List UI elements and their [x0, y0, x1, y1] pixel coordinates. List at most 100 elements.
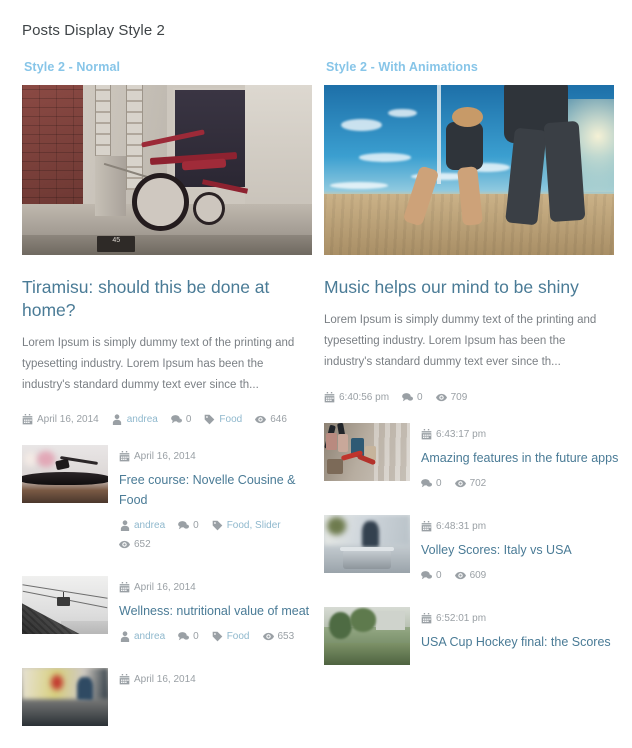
eye-icon [435, 392, 447, 403]
tag-icon [204, 414, 215, 425]
meta-date: 6:52:01 pm [421, 609, 486, 628]
calendar-icon [421, 520, 432, 532]
list-item[interactable]: April 16, 2014 Free course: Novelle Cous… [22, 445, 318, 554]
list-item-meta-date: 6:43:17 pm [421, 425, 620, 444]
meta-comments[interactable]: 0 [421, 566, 442, 585]
posts-columns: Style 2 - Normal Tiramisu: should this b… [0, 60, 632, 748]
posts-display-page: Posts Display Style 2 Style 2 - Normal T [0, 0, 632, 727]
meta-date-text: April 16, 2014 [134, 451, 196, 463]
tag-icon [212, 520, 223, 531]
comment-icon [421, 478, 432, 489]
comment-icon [178, 520, 190, 531]
meta-author-text[interactable]: andrea [134, 516, 165, 535]
eye-icon [454, 478, 466, 489]
eye-icon [255, 414, 267, 425]
featured-image-tricycle[interactable] [22, 85, 312, 255]
meta-comments[interactable]: 0 [170, 410, 192, 429]
meta-views: 702 [454, 474, 486, 493]
list-item-title[interactable]: Wellness: nutritional value of meat [119, 602, 318, 621]
meta-comments[interactable]: 0 [178, 627, 199, 646]
thumbnail-padlocks[interactable] [324, 422, 410, 481]
meta-author[interactable]: andrea [112, 410, 158, 429]
meta-comments-count: 0 [185, 414, 192, 426]
meta-category[interactable]: Food [204, 410, 242, 429]
meta-date: April 16, 2014 [119, 447, 196, 466]
user-icon [112, 414, 123, 426]
meta-date-text: 6:40:56 pm [339, 391, 390, 403]
comment-icon [170, 414, 182, 425]
comment-icon [178, 631, 190, 642]
meta-category-text[interactable]: Food, Slider [227, 516, 281, 535]
meta-comments[interactable]: 0 [402, 388, 423, 407]
meta-category[interactable]: Food [212, 627, 250, 646]
meta-views: 646 [255, 410, 287, 429]
list-item-meta: 0 609 [421, 566, 620, 585]
meta-comments-count: 0 [436, 477, 442, 489]
meta-views-count: 653 [277, 631, 295, 643]
column-style2-animations: Style 2 - With Animations Music helps ou… [324, 60, 620, 748]
meta-comments-count: 0 [436, 570, 442, 582]
thumbnail-kitchen[interactable] [22, 668, 108, 727]
meta-date-text: 6:43:17 pm [436, 428, 487, 440]
meta-category[interactable]: Food, Slider [212, 516, 281, 535]
meta-views: 609 [454, 566, 487, 585]
thumbnail-cable-car[interactable] [22, 576, 108, 635]
meta-date: April 16, 2014 [119, 670, 196, 689]
meta-views-count: 652 [134, 539, 151, 551]
eye-icon [454, 570, 466, 581]
list-item-title[interactable]: Amazing features in the future apps [421, 449, 620, 468]
column-heading-animations: Style 2 - With Animations [326, 60, 478, 74]
meta-author[interactable]: andrea [119, 627, 165, 646]
list-item[interactable]: April 16, 2014 [22, 668, 318, 727]
meta-date: 6:48:31 pm [421, 517, 486, 536]
thumbnail-turntable[interactable] [22, 445, 108, 504]
thumbnail-bench[interactable] [324, 514, 410, 573]
page-title: Posts Display Style 2 [22, 22, 165, 39]
featured-post-title-left[interactable]: Tiramisu: should this be done at home? [22, 276, 318, 322]
featured-image-beach-volleyball[interactable] [324, 85, 614, 255]
post-list-left: April 16, 2014 Free course: Novelle Cous… [22, 445, 318, 727]
column-heading-normal: Style 2 - Normal [24, 60, 121, 74]
eye-icon [119, 539, 130, 550]
meta-date: April 16, 2014 [22, 410, 99, 429]
calendar-icon [22, 414, 33, 425]
list-item-title[interactable]: Free course: Novelle Cousine & Food [119, 471, 318, 510]
meta-author[interactable]: andrea [119, 516, 165, 535]
meta-views: 709 [435, 388, 468, 407]
meta-category-text[interactable]: Food [227, 627, 250, 646]
meta-author-text[interactable]: andrea [134, 627, 165, 646]
user-icon [119, 631, 130, 643]
meta-comments[interactable]: 0 [421, 474, 442, 493]
meta-date-text: April 16, 2014 [134, 674, 196, 686]
meta-date-text: 6:52:01 pm [436, 613, 487, 625]
list-item[interactable]: 6:43:17 pm Amazing features in the futur… [324, 422, 620, 493]
meta-views: 652 [119, 535, 151, 554]
comment-icon [402, 392, 414, 403]
list-item[interactable]: April 16, 2014 Wellness: nutritional val… [22, 576, 318, 646]
meta-comments-count: 0 [193, 631, 199, 643]
meta-date: April 16, 2014 [119, 578, 196, 597]
meta-views-count: 609 [469, 570, 487, 582]
calendar-icon [421, 613, 432, 624]
tag-icon [212, 631, 223, 642]
list-item-meta: 0 702 [421, 474, 620, 493]
thumbnail-park[interactable] [324, 607, 410, 666]
eye-icon [262, 631, 274, 642]
list-item-title[interactable]: Volley Scores: Italy vs USA [421, 541, 620, 560]
featured-post-meta-right: 6:40:56 pm 0 709 [324, 388, 620, 407]
meta-date-text: 6:48:31 pm [436, 520, 487, 532]
meta-comments[interactable]: 0 [178, 516, 199, 535]
featured-post-excerpt-right: Lorem Ipsum is simply dummy text of the … [324, 313, 597, 369]
featured-post-title-right[interactable]: Music helps our mind to be shiny [324, 276, 620, 299]
calendar-icon [324, 391, 335, 403]
list-item-meta-date: 6:48:31 pm [421, 517, 620, 536]
list-item-meta-date: April 16, 2014 [119, 670, 318, 689]
list-item[interactable]: 6:52:01 pm USA Cup Hockey final: the Sco… [324, 607, 620, 666]
list-item-meta-date: 6:52:01 pm [421, 609, 620, 628]
list-item[interactable]: 6:48:31 pm Volley Scores: Italy vs USA 0 [324, 514, 620, 585]
meta-author-text[interactable]: andrea [127, 410, 158, 429]
meta-date: 6:43:17 pm [421, 425, 486, 444]
meta-views-count: 709 [450, 391, 468, 403]
meta-category-text[interactable]: Food [219, 410, 242, 429]
calendar-icon [119, 674, 130, 685]
